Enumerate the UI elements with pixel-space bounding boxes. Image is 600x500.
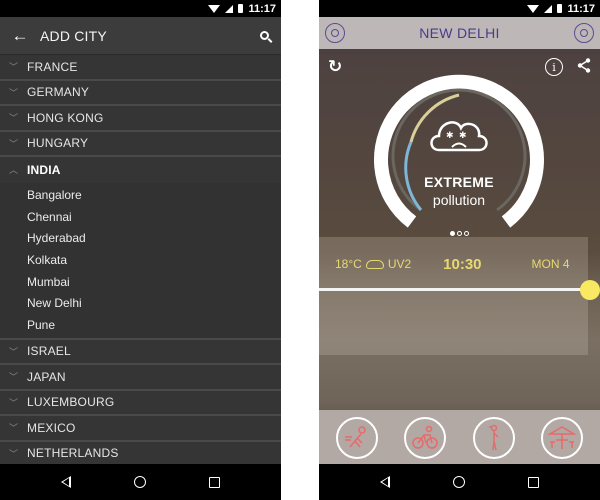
battery-icon	[557, 4, 563, 13]
city-item[interactable]: New Delhi	[0, 292, 281, 314]
outdoor-dining-icon	[547, 426, 577, 449]
city-item[interactable]: Pune	[0, 314, 281, 336]
walking-button[interactable]	[472, 417, 515, 459]
pollution-level: EXTREME	[424, 174, 494, 190]
city-header: NEW DELHI	[319, 17, 600, 49]
location-icon[interactable]	[325, 23, 345, 43]
page-indicator	[369, 231, 549, 236]
nav-home-icon[interactable]	[452, 476, 465, 488]
chevron-down-icon: ﹀	[8, 397, 18, 408]
search-button[interactable]	[247, 31, 281, 40]
battery-icon	[238, 4, 244, 13]
cycling-icon	[412, 425, 439, 449]
country-item[interactable]: ﹀ ISRAEL	[0, 339, 281, 366]
status-bar: 11:17	[319, 0, 600, 17]
city-item[interactable]: Kolkata	[0, 249, 281, 271]
system-nav-bar	[319, 464, 600, 500]
wifi-icon	[208, 4, 221, 13]
country-item[interactable]: ﹀ FRANCE	[0, 55, 281, 81]
chevron-up-icon: ︿	[8, 165, 18, 176]
arrow-left-icon[interactable]: ←	[0, 26, 40, 46]
page-title: ADD CITY	[40, 27, 107, 44]
sad-cloud-icon: ✱ ✱	[430, 121, 488, 152]
running-icon	[345, 426, 366, 448]
country-item[interactable]: ﹀ NETHERLANDS	[0, 441, 281, 464]
country-list: ﹀ FRANCE ﹀ GERMANY ﹀ HONG KONG ﹀ HUNGARY ︿ IN…	[0, 55, 281, 464]
status-time: 11:17	[567, 2, 595, 15]
country-item[interactable]: ﹀ LUXEMBOURG	[0, 390, 281, 417]
status-bar: 11:17	[0, 0, 281, 17]
forecast-time: 10:30	[443, 255, 482, 273]
profile-icon[interactable]	[574, 23, 594, 43]
cycling-button[interactable]	[404, 417, 447, 459]
country-item[interactable]: ﹀ HONG KONG	[0, 106, 281, 132]
chevron-down-icon: ﹀	[8, 423, 18, 434]
search-icon	[259, 31, 269, 40]
page-dot[interactable]	[456, 231, 462, 236]
outdoor-dining-button[interactable]	[540, 417, 583, 459]
city-item[interactable]: Bangalore	[0, 185, 281, 207]
chevron-down-icon: ﹀	[8, 372, 18, 383]
app-bar: ← ADD CITY	[0, 17, 281, 55]
refresh-icon[interactable]: ↻	[328, 57, 342, 77]
city-item[interactable]: Hyderabad	[0, 228, 281, 250]
country-item-expanded[interactable]: ︿ INDIA	[0, 157, 281, 183]
nav-recents-icon[interactable]	[208, 476, 220, 488]
share-icon[interactable]	[577, 57, 591, 77]
city-pollution-screen: 11:17 NEW DELHI ↻ i ✱ ✱ EXTREME pollutio…	[319, 0, 600, 500]
weather-row: 18°C UV2 10:30 MON 4	[319, 255, 600, 273]
uv-index: UV2	[387, 257, 412, 271]
running-button[interactable]	[336, 417, 379, 459]
page-dot[interactable]	[449, 231, 455, 236]
chevron-down-icon: ﹀	[8, 448, 18, 459]
signal-icon	[544, 4, 553, 13]
forecast-date: MON 4	[531, 257, 570, 271]
nav-back-icon[interactable]	[380, 476, 391, 488]
country-item[interactable]: ﹀ JAPAN	[0, 365, 281, 391]
country-item[interactable]: ﹀ HUNGARY	[0, 131, 281, 157]
nav-back-icon[interactable]	[61, 476, 72, 488]
chevron-down-icon: ﹀	[8, 346, 18, 357]
chevron-down-icon: ﹀	[8, 138, 18, 149]
walking-icon	[488, 424, 499, 451]
slider-thumb[interactable]	[580, 280, 600, 300]
pollution-label: pollution	[432, 192, 486, 208]
gauge-ring: ✱ ✱	[374, 74, 544, 228]
add-city-screen: 11:17 ← ADD CITY ﹀ FRANCE ﹀ GERMANY ﹀ HONG …	[0, 0, 281, 500]
time-slider[interactable]	[319, 280, 600, 300]
city-item[interactable]: Mumbai	[0, 271, 281, 293]
page-dot[interactable]	[463, 231, 469, 236]
svg-text:✱: ✱	[459, 131, 467, 141]
svg-text:✱: ✱	[446, 131, 454, 141]
slider-track[interactable]	[319, 288, 590, 291]
wifi-icon	[527, 4, 540, 13]
country-item[interactable]: ﹀ MEXICO	[0, 416, 281, 442]
activity-bar	[319, 410, 600, 466]
pollution-gauge: ✱ ✱ EXTREME pollution	[369, 72, 549, 242]
city-item[interactable]: Chennai	[0, 206, 281, 228]
nav-recents-icon[interactable]	[527, 476, 539, 488]
chevron-down-icon: ﹀	[8, 62, 18, 73]
city-title: NEW DELHI	[419, 25, 500, 41]
country-item[interactable]: ﹀ GERMANY	[0, 80, 281, 106]
signal-icon	[225, 4, 234, 13]
city-list: Bangalore Chennai Hyderabad Kolkata Mumb…	[0, 182, 281, 340]
status-time: 11:17	[248, 2, 276, 15]
temperature: 18°C	[335, 257, 362, 271]
sun-cloud-icon	[365, 259, 384, 269]
nav-home-icon[interactable]	[133, 476, 146, 488]
chevron-down-icon: ﹀	[8, 113, 18, 124]
chevron-down-icon: ﹀	[8, 87, 18, 98]
system-nav-bar	[0, 464, 281, 500]
